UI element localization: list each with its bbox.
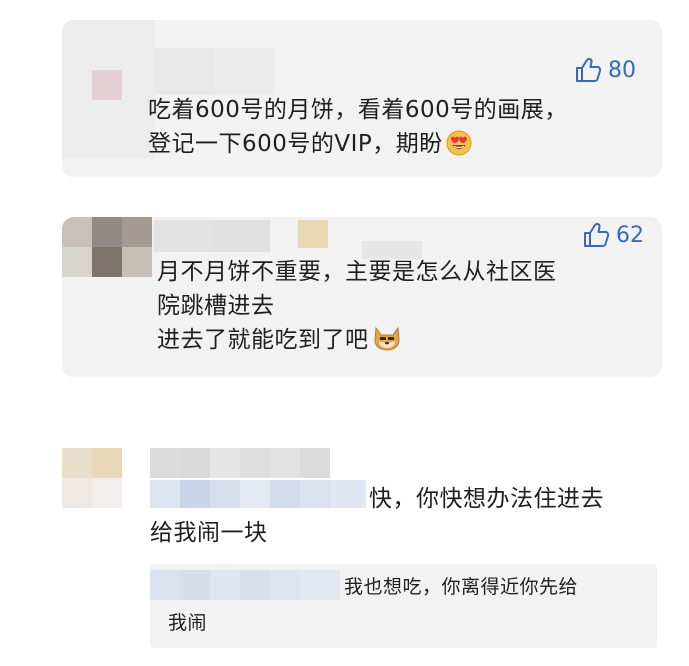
blurred-reply-username	[240, 570, 270, 600]
blurred-avatar-pixel	[62, 247, 92, 277]
blurred-reply-username	[270, 570, 300, 600]
comment-card: 62 月不月饼不重要，主要是怎么从社区医 院跳槽进去 进去了就能吃到了吧	[62, 217, 662, 377]
blurred-username-2	[214, 48, 274, 94]
heart-eyes-emoji	[446, 130, 472, 166]
blurred-mention	[150, 480, 180, 508]
blurred-mention	[300, 480, 330, 508]
like-button[interactable]: 62	[582, 222, 644, 248]
blurred-avatar-pixel	[92, 478, 122, 508]
thumbs-up-icon	[574, 57, 602, 83]
comment-text: 月不月饼不重要，主要是怎么从社区医 院跳槽进去 进去了就能吃到了吧	[157, 255, 557, 362]
comment-line: 进去了就能吃到了吧	[157, 323, 557, 362]
blurred-avatar-pixel	[122, 247, 152, 277]
blurred-avatar-pixel	[62, 478, 92, 508]
blurred-username-3	[298, 220, 328, 248]
reply-line: 我闹	[168, 612, 208, 634]
comment-line: 快，你快想办法住进去	[369, 486, 604, 512]
blurred-avatar	[62, 448, 92, 478]
blurred-avatar-pixel	[92, 448, 122, 478]
blurred-reply-username	[210, 570, 240, 600]
blurred-username	[180, 448, 210, 478]
doge-emoji	[372, 324, 402, 362]
blurred-reply-username	[300, 570, 340, 600]
blurred-username	[154, 48, 214, 94]
blurred-username	[150, 448, 180, 478]
comment-line: 给我闹一块	[150, 520, 268, 546]
blurred-avatar-pixel	[92, 70, 122, 100]
comment-card: 80 吃着600号的月饼，看着600号的画展， 登记一下600号的VIP，期盼	[62, 20, 662, 177]
like-count: 62	[616, 222, 644, 248]
blurred-mention	[330, 480, 366, 508]
comment-line: 吃着600号的月饼，看着600号的画展，	[148, 97, 568, 123]
comment-line: 月不月饼不重要，主要是怎么从社区医	[157, 259, 557, 285]
comment-text: 吃着600号的月饼，看着600号的画展， 登记一下600号的VIP，期盼	[148, 93, 568, 166]
comment-line: 登记一下600号的VIP，期盼	[148, 127, 568, 166]
blurred-reply-username	[150, 570, 180, 600]
blurred-avatar	[62, 217, 92, 247]
blurred-username	[300, 448, 330, 478]
blurred-mention	[180, 480, 210, 508]
blurred-mention	[270, 480, 300, 508]
like-count: 80	[608, 57, 636, 83]
blurred-avatar-pixel	[122, 217, 152, 247]
blurred-reply-username	[180, 570, 210, 600]
blurred-avatar-pixel	[92, 247, 122, 277]
blurred-username	[154, 220, 212, 252]
blurred-username-2	[212, 220, 270, 252]
like-button[interactable]: 80	[574, 57, 636, 83]
blurred-username	[270, 448, 300, 478]
blurred-mention	[210, 480, 240, 508]
thumbs-up-icon	[582, 222, 610, 248]
reply-box: 我也想吃，你离得近你先给 我闹	[150, 564, 657, 648]
blurred-username	[240, 448, 270, 478]
comment-line: 院跳槽进去	[157, 293, 275, 319]
comment-block: 快，你快想办法住进去 给我闹一块 我也想吃，你离得近你先给 我闹	[0, 420, 689, 666]
blurred-avatar-pixel	[92, 217, 122, 247]
blurred-username	[210, 448, 240, 478]
reply-line: 我也想吃，你离得近你先给	[344, 576, 579, 598]
blurred-mention	[240, 480, 270, 508]
